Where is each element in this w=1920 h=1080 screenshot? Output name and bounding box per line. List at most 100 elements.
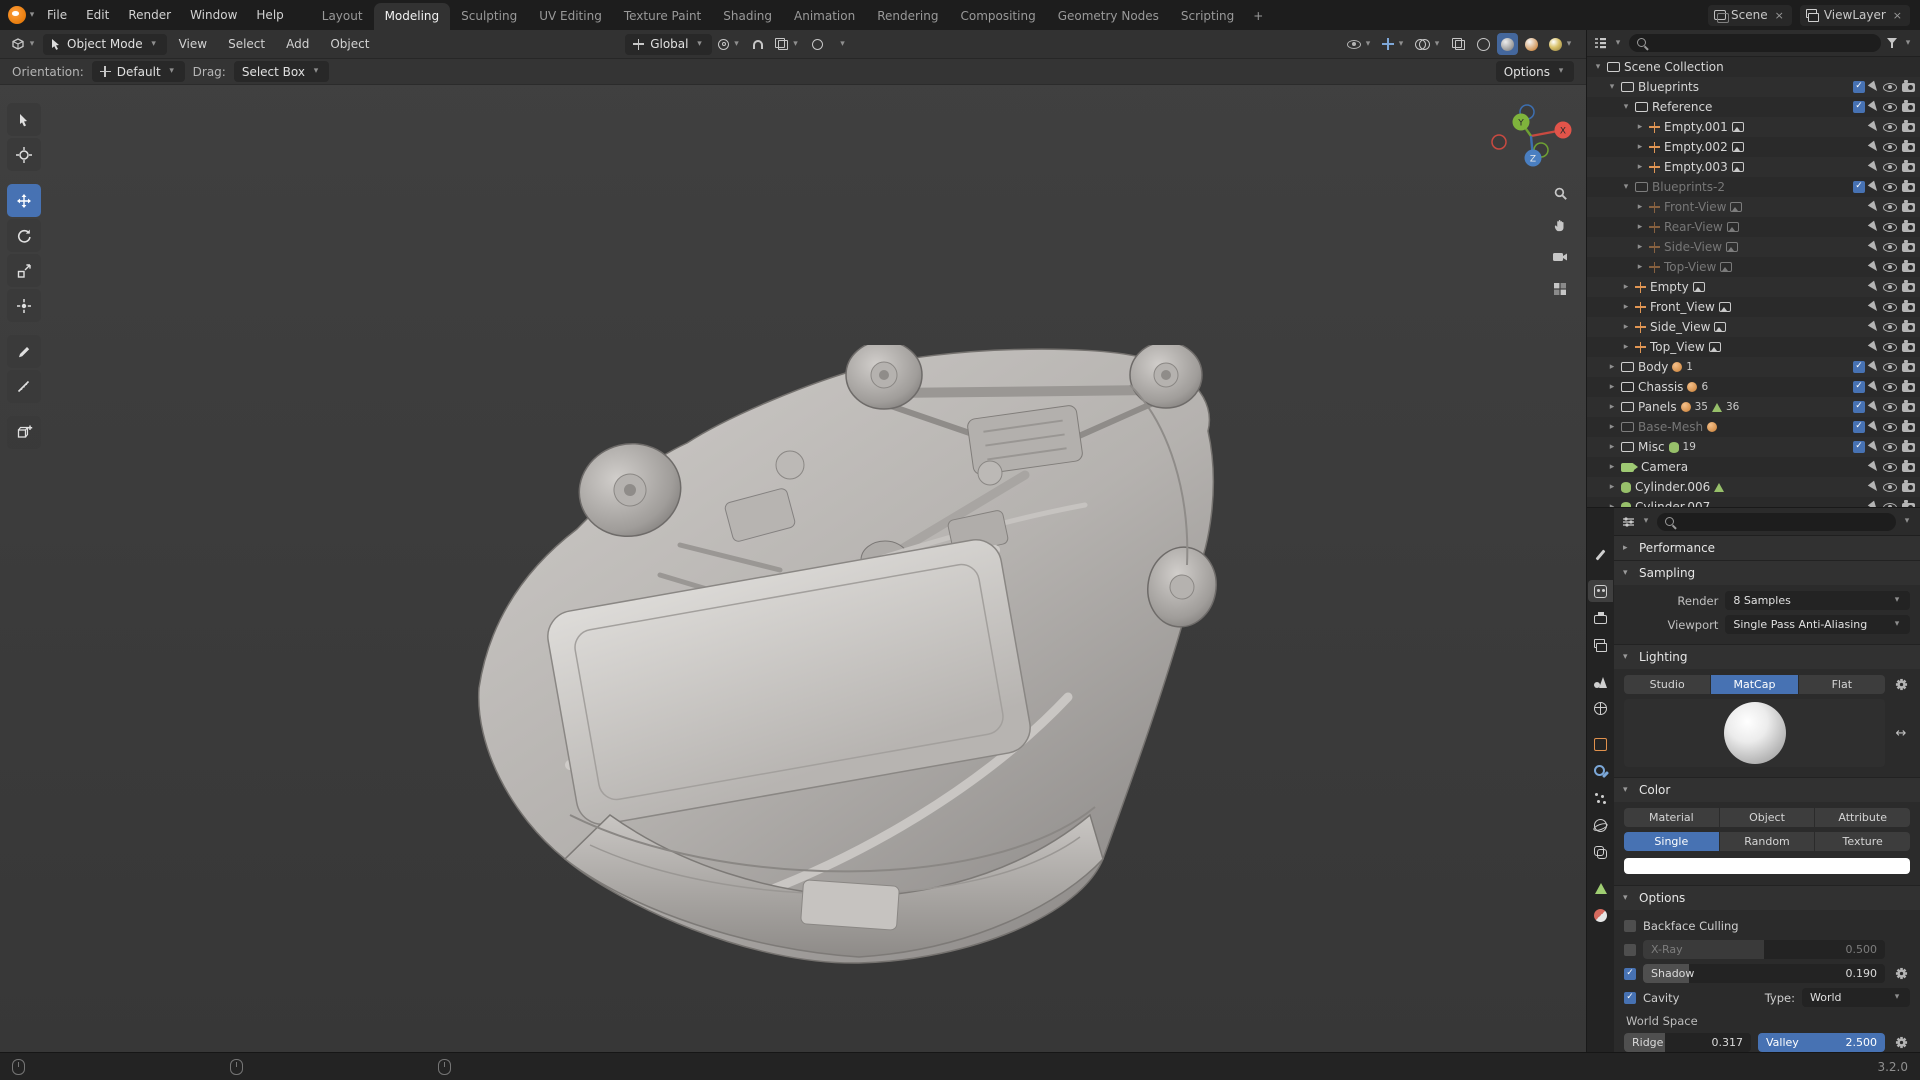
flip-matcap-icon[interactable]: ↔	[1892, 726, 1910, 741]
selectable-icon[interactable]	[1868, 501, 1880, 507]
tool-cursor[interactable]	[7, 138, 41, 171]
selectable-icon[interactable]	[1868, 141, 1880, 154]
hide-eye-icon[interactable]	[1883, 483, 1897, 492]
shading-material-button[interactable]	[1521, 33, 1542, 55]
panel-color-header[interactable]: Color	[1614, 778, 1920, 802]
pan-button[interactable]	[1548, 213, 1572, 237]
show-overlays-button[interactable]	[1412, 33, 1445, 55]
outliner-row-blueprints-2[interactable]: Blueprints-2	[1587, 177, 1920, 197]
render-visibility-icon[interactable]	[1902, 83, 1915, 92]
single-color-swatch[interactable]	[1624, 858, 1910, 874]
color-material-button[interactable]: Material	[1624, 808, 1719, 827]
navigation-gizmo[interactable]: X Y Z	[1486, 91, 1576, 181]
expand-caret-icon[interactable]	[1593, 63, 1603, 72]
outliner-row-cylinder-006[interactable]: Cylinder.006	[1587, 477, 1920, 497]
cavity-checkbox[interactable]	[1624, 992, 1636, 1004]
tab-scene-properties[interactable]	[1588, 670, 1613, 692]
hide-eye-icon[interactable]	[1883, 463, 1897, 472]
outliner-row-front-view-bp[interactable]: Front-View	[1587, 197, 1920, 217]
properties-options-caret-icon[interactable]	[1902, 517, 1912, 526]
selectable-icon[interactable]	[1868, 321, 1880, 334]
hide-eye-icon[interactable]	[1883, 203, 1897, 212]
selectable-icon[interactable]	[1868, 361, 1880, 374]
outliner-row-camera[interactable]: Camera	[1587, 457, 1920, 477]
selectable-icon[interactable]	[1868, 261, 1880, 274]
tab-shading[interactable]: Shading	[712, 3, 783, 30]
outliner-row-chassis[interactable]: Chassis6	[1587, 377, 1920, 397]
render-visibility-icon[interactable]	[1902, 403, 1915, 412]
hide-eye-icon[interactable]	[1883, 223, 1897, 232]
snap-toggle-button[interactable]	[747, 33, 769, 55]
menu-file[interactable]: File	[38, 0, 76, 30]
color-random-button[interactable]: Random	[1720, 832, 1815, 851]
panel-performance-header[interactable]: Performance	[1614, 536, 1920, 560]
shadow-checkbox[interactable]	[1624, 968, 1636, 980]
viewport-samples-dropdown[interactable]: Single Pass Anti-Aliasing	[1725, 615, 1910, 634]
snap-settings-button[interactable]	[772, 33, 803, 55]
shadow-settings-gear-icon[interactable]	[1892, 967, 1910, 980]
tab-object-data-properties[interactable]	[1588, 877, 1613, 899]
exclude-checkbox[interactable]	[1853, 381, 1865, 393]
selectable-icon[interactable]	[1868, 181, 1880, 194]
color-attribute-button[interactable]: Attribute	[1815, 808, 1910, 827]
tab-layout[interactable]: Layout	[311, 3, 374, 30]
lighting-studio-button[interactable]: Studio	[1624, 675, 1710, 694]
toggle-ortho-button[interactable]	[1548, 277, 1572, 301]
render-visibility-icon[interactable]	[1902, 343, 1915, 352]
expand-caret-icon[interactable]	[1621, 183, 1631, 192]
cavity-settings-gear-icon[interactable]	[1892, 1036, 1910, 1049]
tab-physics-properties[interactable]	[1588, 814, 1613, 836]
render-samples-dropdown[interactable]: 8 Samples	[1725, 591, 1910, 610]
selectable-icon[interactable]	[1868, 341, 1880, 354]
backface-culling-checkbox[interactable]	[1624, 920, 1636, 932]
filter-icon[interactable]	[1887, 38, 1897, 49]
expand-caret-icon[interactable]	[1621, 323, 1631, 332]
render-visibility-icon[interactable]	[1902, 443, 1915, 452]
expand-caret-icon[interactable]	[1635, 123, 1645, 132]
hide-eye-icon[interactable]	[1883, 503, 1897, 508]
outliner-row-front-view[interactable]: Front_View	[1587, 297, 1920, 317]
render-visibility-icon[interactable]	[1902, 283, 1915, 292]
color-object-button[interactable]: Object	[1720, 808, 1815, 827]
exclude-checkbox[interactable]	[1853, 361, 1865, 373]
lighting-flat-button[interactable]: Flat	[1799, 675, 1885, 694]
outliner-row-body[interactable]: Body1	[1587, 357, 1920, 377]
tool-scale[interactable]	[7, 254, 41, 287]
render-visibility-icon[interactable]	[1902, 223, 1915, 232]
hide-eye-icon[interactable]	[1883, 343, 1897, 352]
hide-eye-icon[interactable]	[1883, 143, 1897, 152]
tab-scripting[interactable]: Scripting	[1170, 3, 1245, 30]
outliner-row-panels[interactable]: Panels3536	[1587, 397, 1920, 417]
tab-modifier-properties[interactable]	[1588, 760, 1613, 782]
valley-slider[interactable]: Valley2.500	[1758, 1033, 1885, 1052]
expand-caret-icon[interactable]	[1621, 283, 1631, 292]
outliner-row-misc[interactable]: Misc19	[1587, 437, 1920, 457]
expand-caret-icon[interactable]	[1607, 483, 1617, 492]
tool-move[interactable]	[7, 184, 41, 217]
selectable-icon[interactable]	[1868, 101, 1880, 114]
app-menu-caret-icon[interactable]	[27, 11, 37, 20]
render-visibility-icon[interactable]	[1902, 143, 1915, 152]
outliner-row-cylinder-007[interactable]: Cylinder.007	[1587, 497, 1920, 507]
render-visibility-icon[interactable]	[1902, 383, 1915, 392]
outliner-editor-icon[interactable]	[1594, 37, 1607, 49]
render-visibility-icon[interactable]	[1902, 323, 1915, 332]
expand-caret-icon[interactable]	[1607, 443, 1617, 452]
render-visibility-icon[interactable]	[1902, 423, 1915, 432]
tool-rotate[interactable]	[7, 219, 41, 252]
tab-particle-properties[interactable]	[1588, 787, 1613, 809]
expand-caret-icon[interactable]	[1621, 103, 1631, 112]
panel-sampling-header[interactable]: Sampling	[1614, 561, 1920, 585]
selectable-icon[interactable]	[1868, 221, 1880, 234]
shadow-slider[interactable]: Shadow0.190	[1643, 964, 1885, 983]
menu-object[interactable]: Object	[321, 30, 378, 58]
xray-slider[interactable]: X-Ray0.500	[1643, 940, 1885, 959]
tab-rendering[interactable]: Rendering	[866, 3, 949, 30]
expand-caret-icon[interactable]	[1635, 203, 1645, 212]
hide-eye-icon[interactable]	[1883, 383, 1897, 392]
hide-eye-icon[interactable]	[1883, 363, 1897, 372]
hide-eye-icon[interactable]	[1883, 323, 1897, 332]
expand-caret-icon[interactable]	[1607, 423, 1617, 432]
orientation-default-dropdown[interactable]: Default	[92, 61, 185, 82]
hide-eye-icon[interactable]	[1883, 303, 1897, 312]
